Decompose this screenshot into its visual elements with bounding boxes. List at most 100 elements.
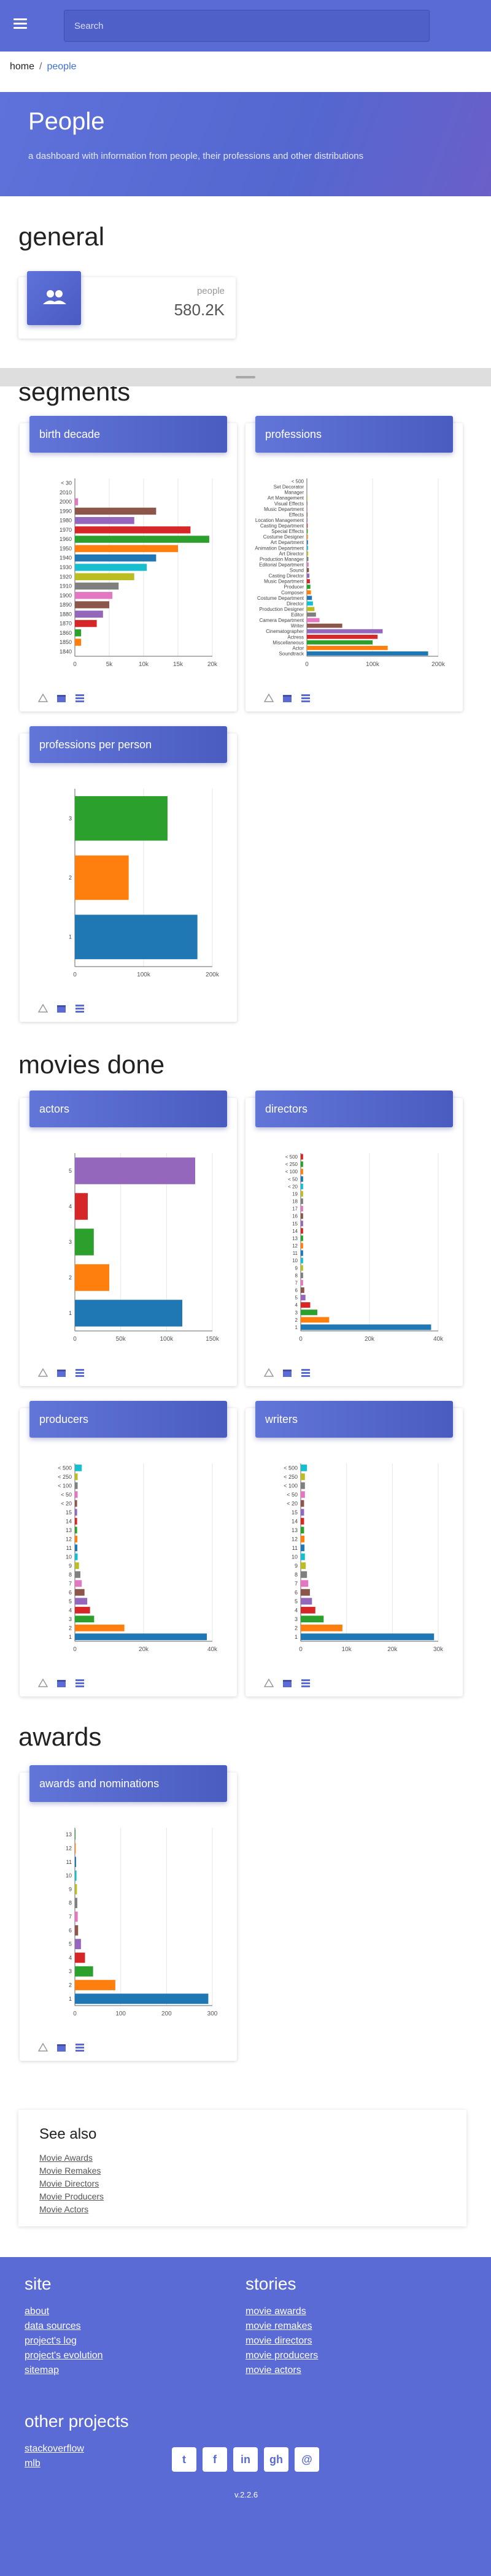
list-icon[interactable] [75,1368,85,1378]
footer-link[interactable]: about [25,2306,103,2317]
x-tick-label: 0 [299,1646,303,1653]
y-tick-label: < 500 [292,479,304,485]
bar [75,1527,77,1534]
footer-link[interactable]: sitemap [25,2365,103,2376]
see-also-link[interactable]: Movie Actors [39,2204,104,2214]
see-also-link[interactable]: Movie Awards [39,2153,104,2163]
x-tick-label: 10k [139,661,149,668]
calendar-icon[interactable] [56,1003,66,1013]
bar [301,1500,304,1507]
calendar-icon[interactable] [56,1678,66,1688]
footer-link[interactable]: project's log [25,2336,103,2347]
search-input[interactable] [64,10,430,42]
drag-grip-icon[interactable] [236,376,255,378]
kpi-label: people [196,286,225,296]
list-icon[interactable] [301,1368,311,1378]
facebook-icon[interactable]: f [203,2447,227,2472]
y-tick-label: < 50 [61,1492,72,1498]
y-tick-label: 2 [69,1625,72,1631]
list-icon[interactable] [75,1678,85,1688]
list-icon[interactable] [75,1003,85,1013]
bar [301,1624,342,1631]
professions-per-person-chart: 0 100k 200k 3 2 1 [69,789,220,978]
bar [75,1633,207,1641]
bar [307,612,316,617]
bar [301,1309,318,1316]
footer-link[interactable]: mlb [25,2458,84,2469]
warning-icon[interactable] [37,1368,48,1378]
y-tick-label: 1870 [60,621,72,627]
bar [75,1193,88,1220]
y-tick-label: 2010 [60,489,72,496]
twitter-icon[interactable]: t [172,2447,196,2472]
writers-card: writers 0 10k 20k 30k < 500 < 250 < 100 < 50 < 2… [246,1401,463,1696]
bar [307,601,313,606]
footer-link[interactable]: movie producers [246,2350,318,2361]
see-also-link[interactable]: Movie Remakes [39,2166,104,2175]
calendar-icon[interactable] [282,1368,292,1378]
social-links: t f in gh @ [172,2447,319,2472]
kpi-value: 580.2K [174,301,225,319]
calendar-icon[interactable] [282,1678,292,1688]
bar [75,1952,85,1963]
x-tick-label: 10k [342,1646,352,1653]
calendar-icon[interactable] [282,693,292,703]
list-icon[interactable] [75,2042,85,2052]
footer-link[interactable]: data sources [25,2321,103,2332]
footer-link[interactable]: stackoverflow [25,2444,84,2455]
warning-icon[interactable] [37,2042,48,2052]
footer-link[interactable]: movie directors [246,2336,318,2347]
calendar-icon[interactable] [56,693,66,703]
breadcrumb-current[interactable]: people [47,61,76,72]
y-tick-label: 9 [69,1886,72,1892]
hamburger-menu-icon[interactable] [14,18,27,29]
email-icon[interactable]: @ [295,2447,319,2472]
y-tick-label: 1890 [60,602,72,608]
y-tick-label: Producer [284,585,304,590]
bar [301,1176,303,1182]
horizontal-resize-handle[interactable] [0,368,491,386]
y-tick-label: Casting Director [269,573,304,579]
warning-icon[interactable] [263,1678,274,1688]
y-tick-label: Director [287,601,304,607]
footer-stories-links: movie awards movie remakes movie directo… [246,2306,318,2380]
calendar-icon[interactable] [56,1368,66,1378]
y-tick-label: 10 [66,1554,72,1560]
breadcrumb-home[interactable]: home [10,61,34,72]
warning-icon[interactable] [37,1003,48,1013]
bar [75,638,82,646]
bar [75,1939,81,1949]
footer-link[interactable]: movie actors [246,2365,318,2376]
footer-link[interactable]: movie awards [246,2306,318,2317]
card-footer [263,1368,311,1378]
warning-icon[interactable] [37,1678,48,1688]
bar [301,1302,311,1308]
card-footer [37,1003,85,1013]
bar [301,1324,431,1330]
professions-card: professions 0 100k 200k < 500 Set Decorator M… [246,416,463,711]
calendar-icon[interactable] [56,2042,66,2052]
footer-link[interactable]: project's evolution [25,2350,103,2361]
linkedin-icon[interactable]: in [233,2447,258,2472]
x-tick-label: 50k [116,1336,126,1343]
card-title: professions per person [29,726,227,763]
section-title-general: general [18,222,105,251]
y-tick-label: 19 [292,1191,298,1197]
y-tick-label: 1950 [60,545,72,551]
list-icon[interactable] [75,693,85,703]
see-also-link[interactable]: Movie Producers [39,2191,104,2201]
github-icon[interactable]: gh [264,2447,288,2472]
warning-icon[interactable] [263,693,274,703]
x-tick-label: 20k [387,1646,398,1653]
bar [301,1168,303,1175]
warning-icon[interactable] [37,693,48,703]
page-subtitle: a dashboard with information from people… [28,151,364,161]
footer-link[interactable]: movie remakes [246,2321,318,2332]
y-tick-label: 5 [295,1598,298,1604]
y-tick-label: Music Department [264,507,304,512]
see-also-link[interactable]: Movie Directors [39,2179,104,2188]
bar [75,1544,78,1552]
list-icon[interactable] [301,693,311,703]
list-icon[interactable] [301,1678,311,1688]
warning-icon[interactable] [263,1368,274,1378]
